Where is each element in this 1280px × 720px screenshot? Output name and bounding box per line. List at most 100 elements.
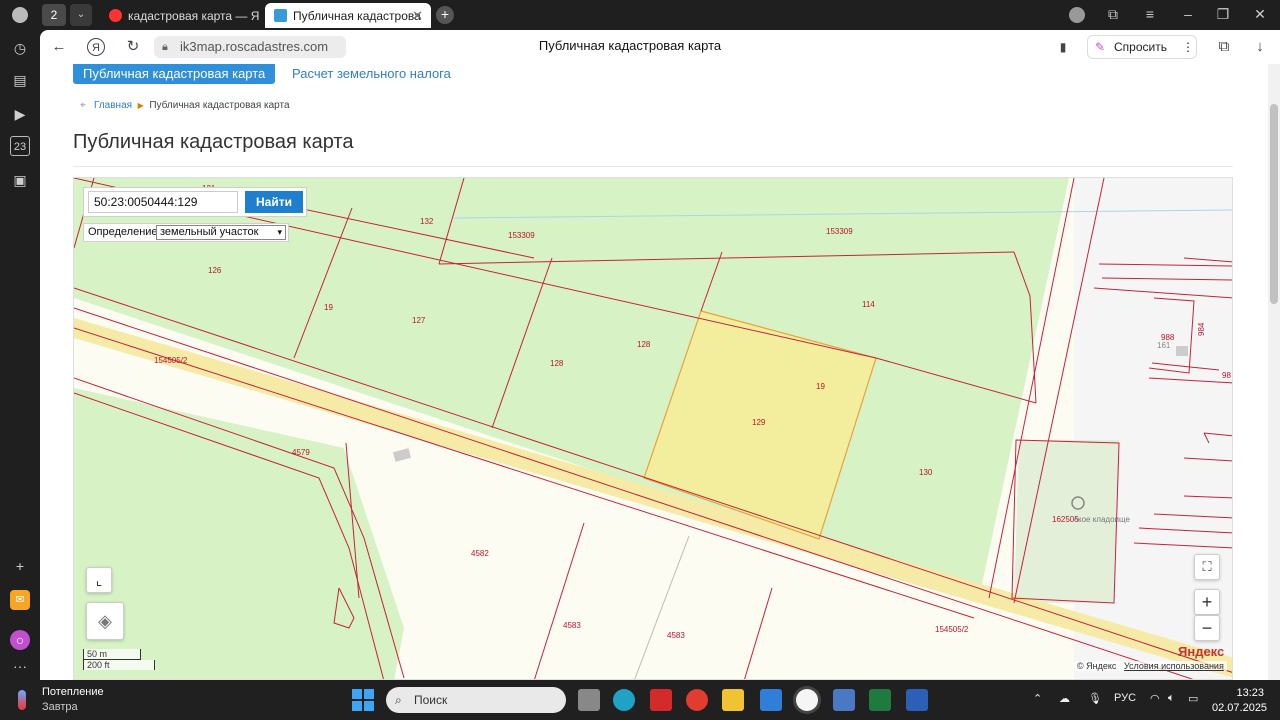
map-attribution: © Яндекс Условия использования	[1074, 661, 1227, 671]
collections-icon[interactable]: ⧉	[1103, 6, 1123, 23]
parcel-label: 98	[1222, 371, 1231, 380]
page-scrollbar[interactable]	[1268, 64, 1280, 680]
microphone-icon[interactable]: 🎙︎	[1088, 692, 1102, 705]
tabs-dropdown-icon[interactable]: ⌄	[70, 4, 92, 26]
parcel-label: 130	[919, 468, 933, 477]
bookmarks-icon[interactable]: ▤	[10, 70, 30, 90]
profile-icon[interactable]	[12, 7, 28, 23]
tab-counter[interactable]: 2	[42, 4, 66, 26]
screenshot-icon[interactable]: ▣	[10, 170, 30, 190]
close-window-icon[interactable]: ✕	[1250, 6, 1270, 23]
back-icon[interactable]: ←	[50, 38, 68, 56]
ask-label: Спросить	[1114, 40, 1167, 54]
parcel-label: 984	[1197, 322, 1206, 336]
mail-icon[interactable]: ✉	[10, 590, 30, 610]
add-panel-icon[interactable]: +	[10, 556, 30, 576]
calendar-icon[interactable]: 23	[10, 136, 30, 156]
scale-imperial: 200 ft	[83, 660, 155, 670]
tray-chevron-icon[interactable]: ⌃	[1033, 692, 1042, 705]
find-button[interactable]: Найти	[245, 191, 303, 213]
ask-button[interactable]: ✎ Спросить ⋮	[1087, 35, 1197, 59]
close-tab-icon[interactable]: ✕	[412, 8, 423, 24]
minimize-icon[interactable]: –	[1178, 6, 1198, 22]
scroll-thumb[interactable]	[1270, 104, 1278, 304]
definition-label: Определение:	[88, 226, 161, 238]
breadcrumb-home[interactable]: Главная	[94, 100, 132, 111]
clock[interactable]: 13:23 02.07.2025	[1212, 687, 1267, 714]
yandex-logo-icon[interactable]: Я	[87, 38, 105, 56]
tab-manager-icon[interactable]: ⧉	[1215, 38, 1233, 56]
new-tab-button[interactable]: +	[436, 6, 454, 24]
cadastral-number-input[interactable]	[88, 191, 238, 213]
task-view-icon[interactable]	[578, 689, 600, 711]
map-container[interactable]: 121 132 153309 153309 126 19 127 128 128…	[73, 177, 1233, 680]
location-pin-icon: ⌖	[80, 100, 86, 111]
wifi-icon[interactable]: ◠	[1150, 692, 1160, 705]
yandex-app-icon[interactable]	[686, 689, 708, 711]
zoom-out-button[interactable]: −	[1194, 615, 1220, 641]
fullscreen-icon: ⛶	[1202, 559, 1212, 574]
video-icon[interactable]: ▶	[10, 104, 30, 124]
tab-public-cadastral-map[interactable]: Публичная кадастровая карта	[73, 64, 276, 84]
weather-title: Потепление	[42, 686, 104, 698]
terms-link[interactable]: Условия использования	[1124, 661, 1224, 671]
tab-land-tax[interactable]: Расчет земельного налога	[282, 64, 461, 84]
account-icon[interactable]	[1069, 7, 1085, 23]
layers-button[interactable]: ◈	[86, 602, 124, 640]
address-bar[interactable]: 🔒︎ ik3map.roscadastres.com	[154, 36, 346, 58]
cadastral-map[interactable]: 121 132 153309 153309 126 19 127 128 128…	[74, 178, 1233, 680]
parcel-label: 132	[420, 217, 434, 226]
zoom-in-button[interactable]: +	[1194, 589, 1220, 615]
scale-metric: 50 m	[83, 649, 141, 660]
cadastral-search-panel: Найти	[83, 187, 307, 217]
history-icon[interactable]: ◷	[10, 38, 30, 58]
excel-icon[interactable]	[869, 689, 891, 711]
alice-icon[interactable]: ○	[10, 630, 30, 650]
ruler-icon: ⌞	[95, 572, 103, 588]
edge-icon[interactable]	[613, 689, 635, 711]
page-heading: Публичная кадастровая карта	[73, 131, 354, 153]
parcel-label: 161	[1157, 341, 1171, 350]
tab-yandex-search[interactable]: кадастровая карта — Янд	[100, 3, 260, 28]
download-icon[interactable]: ↓	[1251, 38, 1269, 56]
language-indicator[interactable]: РУС	[1114, 692, 1136, 704]
cloud-icon[interactable]: ☁	[1059, 692, 1070, 705]
parcel-label: 153309	[826, 227, 853, 236]
tab-cadastral-map[interactable]: Публичная кадастрова ✕	[265, 3, 431, 28]
search-icon: ⌕	[395, 693, 402, 707]
parcel-label: 4583	[667, 631, 685, 640]
volume-icon[interactable]: 🔈︎	[1168, 692, 1175, 705]
remote-desktop-icon[interactable]	[833, 689, 855, 711]
definition-select[interactable]: земельный участок ▾	[156, 225, 286, 240]
web-page: Публичная кадастровая карта Расчет земел…	[40, 64, 1268, 680]
search-placeholder: Поиск	[414, 693, 448, 707]
bookmark-icon[interactable]: ▮	[1054, 38, 1072, 56]
word-icon[interactable]	[906, 689, 928, 711]
ruler-button[interactable]: ⌞	[86, 567, 112, 593]
parcel-label: 154505/2	[935, 625, 969, 634]
weather-widget[interactable]: Потепление Завтра	[42, 686, 104, 713]
maximize-icon[interactable]: ❐	[1213, 6, 1233, 23]
title-bar: 2 ⌄ кадастровая карта — Янд Публичная ка…	[0, 0, 1280, 30]
reload-icon[interactable]: ↻	[124, 38, 142, 56]
taskbar-search[interactable]: ⌕ Поиск	[386, 687, 566, 713]
parcel-label: 114	[862, 300, 875, 309]
store-icon[interactable]	[760, 689, 782, 711]
browser-sidebar: ◷ ▤ ▶ 23 ▣ + ✉ ○ ···	[0, 30, 40, 680]
more-icon[interactable]: ···	[10, 656, 30, 676]
fullscreen-button[interactable]: ⛶	[1194, 554, 1220, 580]
battery-icon[interactable]: ▭	[1188, 692, 1198, 705]
file-explorer-icon[interactable]	[722, 689, 744, 711]
windows-start-icon[interactable]	[352, 689, 374, 711]
yandex-browser-icon[interactable]	[796, 689, 818, 711]
breadcrumb: ⌖ Главная ▶ Публичная кадастровая карта	[80, 100, 290, 111]
parcel-label: 126	[208, 266, 222, 275]
parcel-label: 4582	[471, 549, 489, 558]
menu-icon[interactable]: ≡	[1140, 6, 1160, 22]
divider	[73, 166, 1233, 167]
page-title: Публичная кадастровая карта	[538, 38, 722, 53]
parcel-label: 4579	[292, 448, 310, 457]
app-red-icon[interactable]	[650, 689, 672, 711]
thermometer-icon	[18, 690, 26, 710]
kebab-icon[interactable]: ⋮	[1182, 36, 1194, 58]
